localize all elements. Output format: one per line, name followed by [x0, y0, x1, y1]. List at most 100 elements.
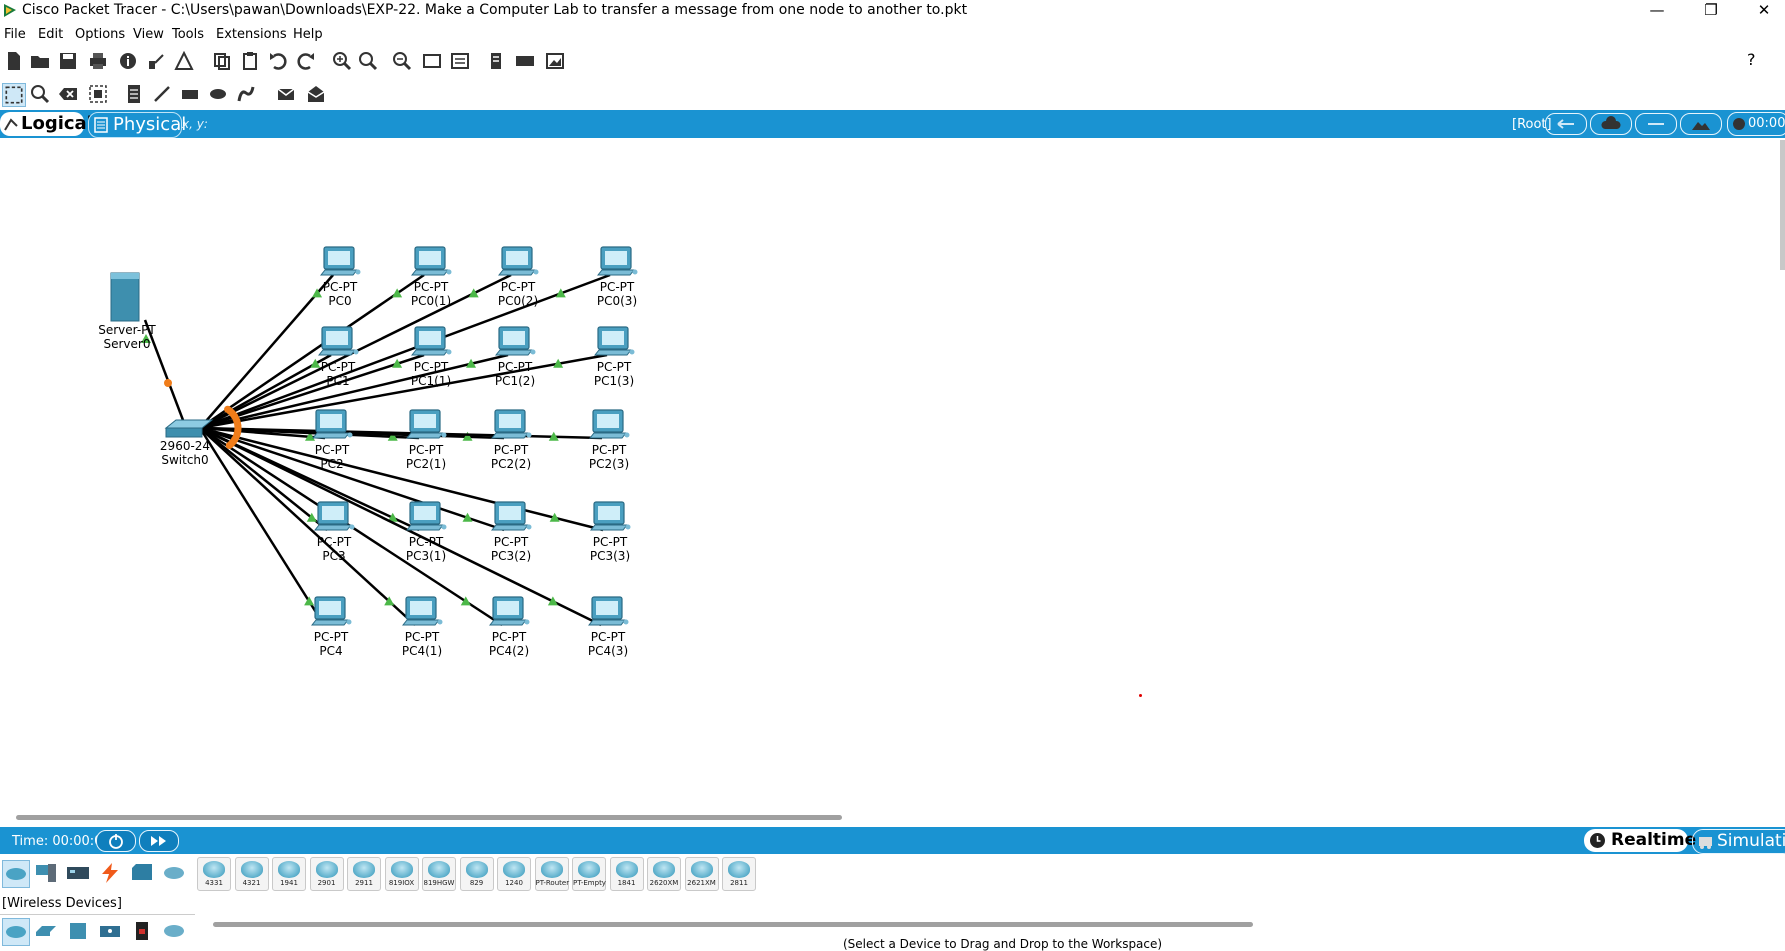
back-button[interactable] [1545, 113, 1587, 135]
custom-device-icon[interactable] [146, 51, 166, 71]
network-devices-icon[interactable] [2, 860, 30, 888]
device-model-829[interactable]: 829 [459, 857, 494, 891]
resize-tool-icon[interactable] [88, 84, 108, 104]
screenshot-icon[interactable] [545, 51, 565, 71]
pc-switch-link[interactable] [199, 426, 604, 532]
note-tool-icon[interactable] [124, 84, 144, 104]
select-tool-icon[interactable] [2, 83, 26, 107]
menu-help[interactable]: Help [293, 27, 323, 42]
end-devices-icon[interactable] [34, 862, 58, 884]
device-model-1240[interactable]: 1240 [497, 857, 531, 891]
pc-switch-link[interactable] [199, 426, 505, 532]
close-button[interactable]: ✕ [1741, 0, 1785, 22]
pc-node[interactable]: PC-PTPC3(2) [491, 501, 532, 563]
components-icon[interactable] [66, 862, 90, 884]
pc-node[interactable]: PC-PTPC0(1) [411, 246, 452, 308]
zoom-reset-icon[interactable] [358, 51, 378, 71]
pc-node[interactable]: PC-PTPC3 [313, 501, 355, 563]
workspace-vertical-scrollbar[interactable] [1780, 140, 1785, 270]
network-info-icon[interactable] [515, 51, 535, 71]
menu-view[interactable]: View [133, 27, 164, 42]
pc-node[interactable]: PC-PTPC2 [311, 409, 353, 471]
maximize-button[interactable]: ❐ [1688, 0, 1734, 22]
drawing-palette-icon[interactable] [422, 51, 442, 71]
wireless-devices-icon[interactable] [98, 920, 122, 942]
fast-forward-button[interactable] [139, 830, 179, 852]
pc-node[interactable]: PC-PTPC0 [319, 246, 361, 308]
menu-options[interactable]: Options [75, 27, 125, 42]
device-model-pt-router[interactable]: PT-Router [534, 857, 569, 891]
add-simple-pdu-icon[interactable] [276, 84, 296, 104]
device-model-pt-empty[interactable]: PT-Empty [572, 857, 606, 891]
move-object-button[interactable] [1635, 113, 1677, 135]
device-model-4331[interactable]: 4331 [197, 857, 231, 891]
connections-icon[interactable] [98, 862, 122, 884]
zoom-in-icon[interactable] [332, 51, 352, 71]
model-horizontal-scrollbar[interactable] [213, 922, 1253, 927]
menu-extensions[interactable]: Extensions [216, 27, 287, 42]
pc-node[interactable]: PC-PTPC2(2) [491, 409, 532, 471]
wan-emulation-icon[interactable] [162, 920, 186, 942]
help-question-icon[interactable]: ? [1747, 50, 1756, 69]
redo-icon[interactable] [296, 51, 316, 71]
info-icon[interactable] [118, 51, 138, 71]
device-model-2621xm[interactable]: 2621XM [684, 857, 719, 891]
device-model-4321[interactable]: 4321 [234, 857, 269, 891]
device-model-819hgw[interactable]: 819HGW [422, 857, 456, 891]
pc-switch-link[interactable] [199, 426, 602, 627]
activity-wizard-icon[interactable] [174, 51, 194, 71]
save-icon[interactable] [58, 51, 78, 71]
viewport-clock[interactable]: 00:00:3 [1727, 112, 1785, 136]
pc-node[interactable]: PC-PTPC2(1) [406, 409, 447, 471]
tab-logical[interactable]: Logical [0, 112, 93, 136]
pc-node[interactable]: PC-PTPC4(1) [402, 596, 443, 658]
device-model-1941[interactable]: 1941 [272, 857, 306, 891]
pc-node[interactable]: PC-PTPC4 [310, 596, 352, 658]
device-model-2911[interactable]: 2911 [347, 857, 381, 891]
simulation-mode-button[interactable]: Simulatio [1692, 829, 1785, 854]
pc-switch-link[interactable] [199, 353, 608, 430]
logical-workspace[interactable]: Server-PT Server0 2960-24 Switch0 PC-PT PC0 PC… [0, 138, 1785, 810]
copy-icon[interactable] [212, 51, 232, 71]
workspace-horizontal-scrollbar[interactable] [16, 815, 842, 820]
tab-physical[interactable]: Physical [88, 112, 186, 138]
device-model-819iox[interactable]: 819IOX [384, 857, 419, 891]
pc-switch-link[interactable] [199, 273, 611, 430]
menu-edit[interactable]: Edit [38, 27, 63, 42]
hubs-icon[interactable] [66, 920, 90, 942]
new-file-icon[interactable] [4, 51, 24, 71]
custom-devices-dialog-icon[interactable] [450, 51, 470, 71]
pc-node[interactable]: PC-PTPC4(2) [489, 596, 530, 658]
device-model-2620xm[interactable]: 2620XM [647, 857, 681, 891]
zoom-out-icon[interactable] [392, 51, 412, 71]
menu-tools[interactable]: Tools [172, 27, 204, 42]
inspect-tool-icon[interactable] [30, 84, 50, 104]
routers-icon[interactable] [2, 918, 30, 946]
miscellaneous-icon[interactable] [130, 862, 154, 884]
background-image-button[interactable] [1680, 113, 1722, 135]
delete-tool-icon[interactable] [58, 84, 78, 104]
paste-icon[interactable] [240, 51, 260, 71]
undo-icon[interactable] [268, 51, 288, 71]
security-icon[interactable] [130, 920, 154, 942]
pc-node[interactable]: PC-PTPC4(3) [588, 596, 629, 658]
add-complex-pdu-icon[interactable] [306, 84, 326, 104]
print-icon[interactable] [88, 51, 108, 71]
device-model-2901[interactable]: 2901 [309, 857, 344, 891]
realtime-mode-button[interactable]: Realtime [1584, 829, 1696, 852]
pc-node[interactable]: PC-PTPC2(3) [589, 409, 630, 471]
open-folder-icon[interactable] [30, 51, 50, 71]
freeform-tool-icon[interactable] [236, 84, 256, 104]
switches-icon[interactable] [34, 920, 58, 942]
power-cycle-button[interactable] [96, 830, 136, 852]
device-model-1841[interactable]: 1841 [609, 857, 644, 891]
cloud-cluster-button[interactable] [1590, 113, 1632, 135]
pdu-list-icon[interactable] [486, 51, 506, 71]
multiuser-connection-icon[interactable] [162, 862, 186, 884]
pc-node[interactable]: PC-PTPC3(3) [590, 501, 631, 563]
server0-node[interactable]: Server-PTServer0 [98, 272, 156, 351]
menu-file[interactable]: File [4, 27, 26, 42]
minimize-button[interactable]: — [1634, 0, 1680, 22]
pc-switch-link[interactable] [199, 427, 416, 626]
draw-rectangle-icon[interactable] [180, 84, 200, 104]
